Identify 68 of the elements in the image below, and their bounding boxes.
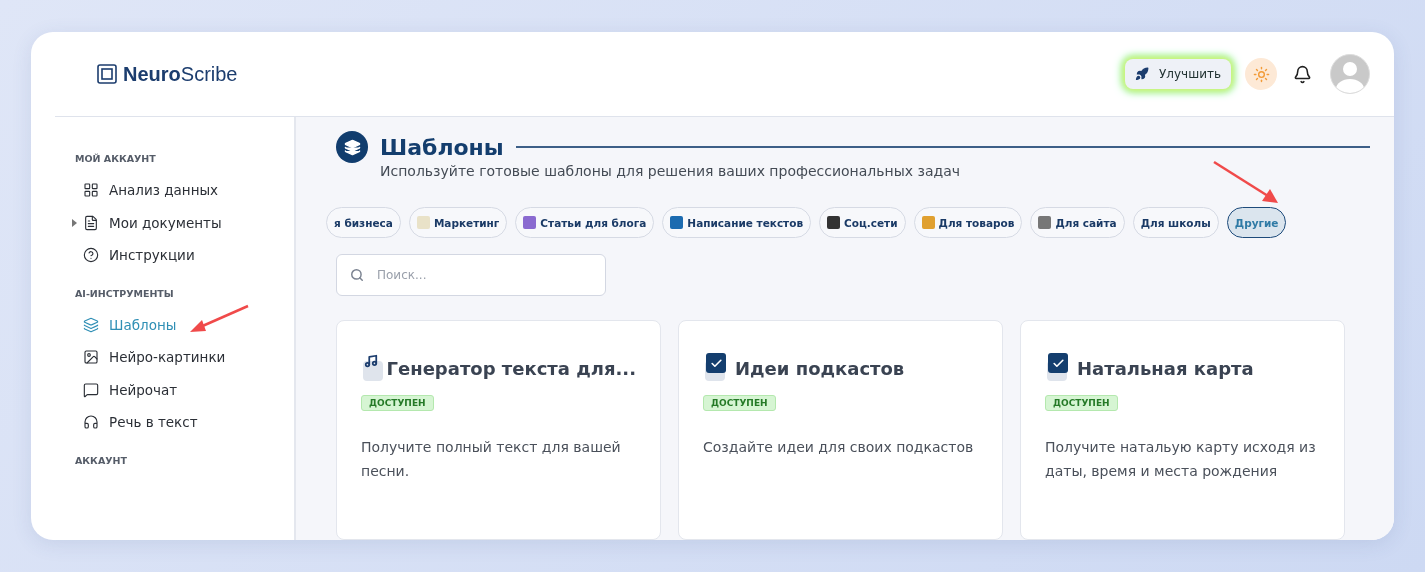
status-badge: ДОСТУПЕН — [703, 395, 776, 411]
checkbox-icon — [1045, 353, 1071, 383]
category-chip[interactable]: Для сайта — [1030, 207, 1125, 238]
search-field[interactable]: Поиск... — [336, 254, 606, 296]
card-title: Идеи подкастов — [735, 357, 905, 379]
logo-text[interactable]: NeuroScribe — [123, 62, 238, 86]
rocket-icon — [1135, 67, 1149, 81]
category-chip[interactable]: Статьи для блога — [515, 207, 655, 238]
template-card[interactable]: Генератор текста для... ДОСТУПЕН Получите полный текст для вашей песни. — [336, 320, 661, 540]
sidebar-item-icon — [83, 247, 99, 264]
music-note-icon — [361, 353, 381, 383]
sidebar-item[interactable]: Нейрочат — [75, 373, 294, 406]
sidebar-item-label: Нейрочат — [109, 381, 178, 398]
layers-icon — [336, 131, 368, 163]
status-badge: ДОСТУПЕН — [1045, 395, 1118, 411]
sidebar-item[interactable]: Шаблоны — [75, 308, 294, 341]
sidebar-item-icon — [83, 316, 99, 333]
sidebar-item[interactable]: Анализ данных — [75, 174, 294, 207]
sidebar-item[interactable]: Нейро-картинки — [75, 341, 294, 374]
sidebar-item-label: Речь в текст — [109, 414, 198, 431]
annotation-arrow — [190, 304, 249, 332]
sidebar-item-label: Шаблоны — [109, 316, 177, 333]
card-title: Генератор текста для... — [386, 357, 636, 379]
category-chip[interactable]: Маркетинг — [408, 207, 508, 238]
page-title: Шаблоны — [380, 134, 504, 160]
theme-toggle-button[interactable] — [1245, 58, 1277, 90]
sun-icon — [1252, 65, 1270, 83]
template-card[interactable]: Идеи подкастов ДОСТУПЕН Создайте идеи для своих подкастов — [678, 320, 1003, 540]
sidebar-item-icon — [83, 381, 99, 398]
sidebar-item-label: Нейро-картинки — [109, 349, 226, 366]
caret-icon[interactable] — [72, 218, 77, 227]
sidebar-item-label: Анализ данных — [109, 182, 219, 199]
sidebar-item[interactable]: Мои документы — [75, 206, 294, 239]
upgrade-button[interactable]: Улучшить — [1125, 59, 1231, 89]
card-description: Получите полный текст для вашей песни. — [361, 438, 622, 481]
card-description: Создайте идеи для своих подкастов — [703, 438, 975, 457]
emoji-icon — [670, 216, 684, 229]
sidebar-section-title: AI-ИНСТРУМЕНТЫ — [75, 287, 175, 299]
card-title: Натальная карта — [1077, 357, 1254, 379]
sidebar-item[interactable]: Речь в текст — [75, 406, 294, 439]
sidebar-item-icon — [83, 349, 99, 366]
sidebar-item-label: Мои документы — [109, 214, 222, 231]
emoji-icon — [523, 216, 537, 229]
category-chip[interactable]: Для товаров — [913, 207, 1023, 238]
category-chip[interactable]: Написание текстов — [662, 207, 812, 238]
page-subtitle: Используйте готовые шаблоны для решения ваших профессиональных задач — [380, 163, 962, 179]
category-chip[interactable]: Другие — [1226, 207, 1287, 238]
category-chip[interactable]: я бизнеса — [326, 207, 401, 238]
sidebar-item-icon — [83, 414, 99, 431]
emoji-icon — [921, 216, 935, 229]
checkbox-icon — [703, 353, 729, 383]
sidebar-item-icon — [83, 182, 99, 199]
category-chip[interactable]: Для школы — [1132, 207, 1219, 238]
card-description: Получите натальую карту исходя из даты, время и места рождения — [1045, 438, 1317, 481]
search-icon — [350, 268, 364, 282]
sidebar-item[interactable]: Инструкции — [75, 239, 294, 272]
status-badge: ДОСТУПЕН — [361, 395, 434, 411]
sidebar-section-title: АККАУНТ — [75, 454, 128, 466]
emoji-icon — [827, 216, 841, 229]
emoji-icon — [416, 216, 430, 229]
logo-icon — [97, 64, 117, 84]
sidebar-item-icon — [83, 214, 99, 231]
sidebar-section-title: МОЙ АККАУНТ — [75, 153, 157, 164]
template-card[interactable]: Натальная карта ДОСТУПЕН Получите натальую карту исходя из даты, время и места рождения — [1020, 320, 1345, 540]
sidebar-item-label: Инструкции — [109, 247, 195, 264]
annotation-arrow — [1213, 160, 1278, 203]
emoji-icon — [1038, 216, 1052, 229]
category-chip[interactable]: Соц.сети — [819, 207, 906, 238]
